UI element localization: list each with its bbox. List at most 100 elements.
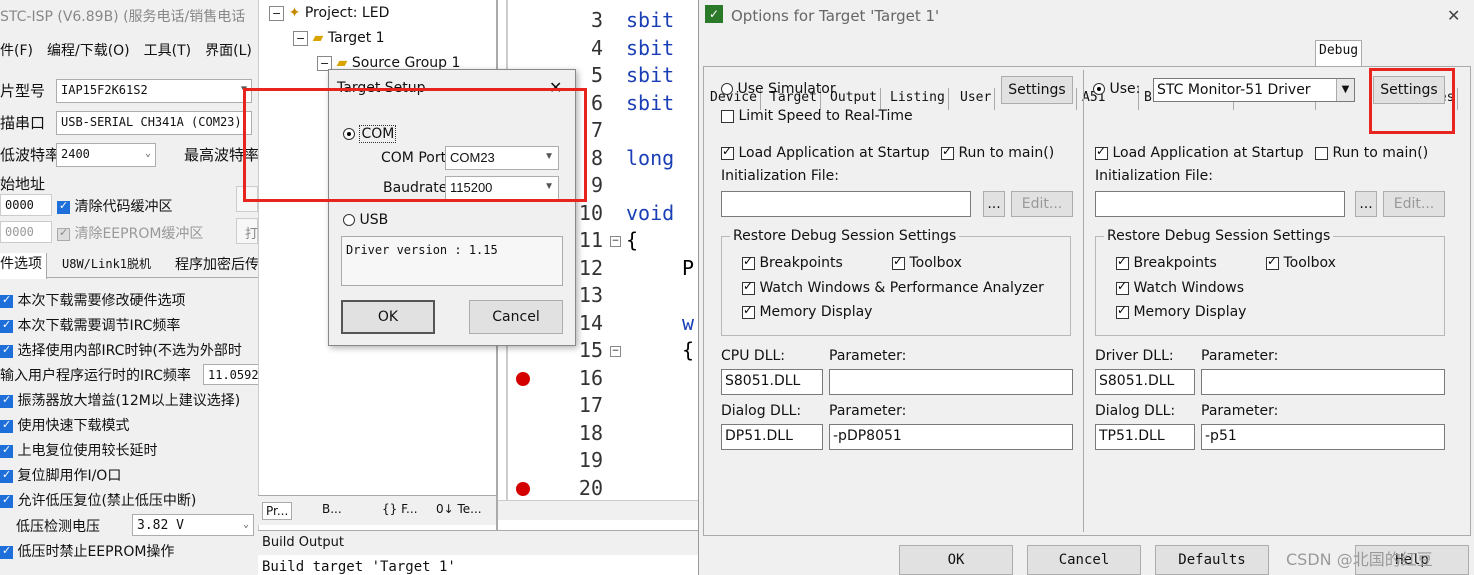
- options-dialog: ✓ Options for Target 'Target 1' ✕ Device…: [698, 0, 1474, 575]
- use-simulator-radio[interactable]: Use Simulator: [721, 81, 836, 97]
- use-driver-radio[interactable]: Use:: [1093, 81, 1140, 97]
- dialog-param-input[interactable]: -pDP8051: [829, 424, 1073, 450]
- options-cancel-button[interactable]: Cancel: [1027, 545, 1141, 575]
- driver-param-input[interactable]: [1201, 369, 1445, 395]
- clear-eeprom-checkbox[interactable]: 清除EEPROM缓冲区: [57, 223, 203, 243]
- dialog-dll-label: Dialog DLL:: [721, 403, 802, 419]
- fold-icon[interactable]: −: [610, 236, 621, 247]
- option-reset-as-io[interactable]: 复位脚用作I/O口: [0, 465, 121, 485]
- breakpoint-icon[interactable]: [516, 482, 530, 496]
- option-modify-hw[interactable]: 本次下载需要修改硬件选项: [0, 290, 185, 310]
- tab-project[interactable]: Pr...: [262, 502, 293, 520]
- chevron-down-icon: ⌄: [144, 148, 151, 159]
- build-output-header: Build Output: [258, 531, 698, 555]
- tab-debug[interactable]: Debug: [1315, 40, 1363, 66]
- menu-tools[interactable]: 工具(T): [144, 43, 191, 59]
- port-select[interactable]: USB-SERIAL CH341A (COM23): [56, 111, 252, 135]
- panel-divider: [1083, 70, 1084, 532]
- ok-button[interactable]: OK: [341, 300, 435, 334]
- code-line: sbit: [626, 36, 675, 60]
- menu-program[interactable]: 编程/下载(O): [47, 43, 130, 59]
- checkbox-icon: [1315, 146, 1328, 160]
- address-input-2[interactable]: 0000: [0, 221, 52, 243]
- low-voltage-select[interactable]: 3.82 V ⌄: [132, 514, 254, 536]
- memory-display-checkbox[interactable]: Memory Display: [742, 303, 872, 320]
- right-breakpoints-checkbox[interactable]: Breakpoints: [1116, 254, 1217, 271]
- option-low-voltage-reset[interactable]: 允许低压复位(禁止低压中断): [0, 490, 196, 510]
- usb-radio[interactable]: USB: [343, 212, 388, 228]
- right-watch-windows-checkbox[interactable]: Watch Windows: [1116, 279, 1244, 296]
- cancel-button[interactable]: Cancel: [469, 300, 563, 334]
- limit-speed-checkbox[interactable]: Limit Speed to Real-Time: [721, 108, 913, 124]
- tree-root[interactable]: − ✦ Project: LED: [269, 5, 389, 21]
- right-init-file-input[interactable]: [1095, 191, 1345, 217]
- chip-select[interactable]: IAP15F2K61S2 ▼: [56, 79, 252, 103]
- clear-code-checkbox[interactable]: 清除代码缓冲区: [57, 196, 172, 216]
- breakpoint-icon[interactable]: [516, 372, 530, 386]
- code-line: w: [682, 311, 695, 335]
- checkbox-icon: [721, 109, 734, 123]
- driver-select[interactable]: STC Monitor-51 Driver ▼: [1153, 78, 1355, 102]
- option-irc-freq-label: 输入用户程序运行时的IRC频率: [0, 368, 191, 384]
- options-defaults-button[interactable]: Defaults: [1155, 545, 1269, 575]
- dialog-param-label: Parameter:: [829, 403, 907, 419]
- init-file-input[interactable]: [721, 191, 971, 217]
- right-edit-button[interactable]: Edit...: [1383, 191, 1445, 217]
- code-line: sbit: [626, 8, 675, 32]
- checkbox-icon: [0, 393, 13, 408]
- breakpoints-checkbox[interactable]: Breakpoints: [742, 254, 843, 271]
- driver-version-box: Driver version : 1.15: [341, 236, 563, 286]
- tab-templates[interactable]: 0↓ Te...: [436, 502, 482, 516]
- code-line: sbit: [626, 91, 675, 115]
- cpu-dll-input[interactable]: S8051.DLL: [721, 369, 823, 395]
- code-line: P: [682, 256, 695, 280]
- menu-interface[interactable]: 界面(L): [205, 43, 252, 59]
- right-memory-display-checkbox[interactable]: Memory Display: [1116, 303, 1246, 320]
- checkbox-icon: [742, 279, 755, 295]
- uvision-app-icon: ✓: [705, 5, 723, 23]
- option-osc-gain[interactable]: 振荡器放大增益(12M以上建议选择): [0, 390, 240, 410]
- right-browse-button[interactable]: ...: [1355, 191, 1377, 217]
- min-baud-select[interactable]: 2400 ⌄: [56, 143, 156, 167]
- cpu-param-input[interactable]: [829, 369, 1073, 395]
- edit-button[interactable]: Edit...: [1011, 191, 1073, 217]
- dialog-dll-input[interactable]: DP51.DLL: [721, 424, 823, 450]
- load-app-checkbox[interactable]: Load Application at Startup: [721, 144, 930, 161]
- tab-u8w-offline[interactable]: U8W/Link1脱机: [62, 255, 151, 272]
- run-to-main-checkbox[interactable]: Run to main(): [941, 144, 1054, 161]
- browse-button[interactable]: ...: [983, 191, 1005, 217]
- tree-target[interactable]: − ▰ Target 1: [293, 30, 385, 46]
- code-line: long: [626, 146, 675, 170]
- options-ok-button[interactable]: OK: [899, 545, 1013, 575]
- right-run-to-main-checkbox[interactable]: Run to main(): [1315, 145, 1428, 161]
- close-icon[interactable]: ✕: [1447, 6, 1460, 25]
- option-no-eeprom-low-voltage[interactable]: 低压时禁止EEPROM操作: [0, 541, 174, 561]
- option-long-reset-delay[interactable]: 上电复位使用较长延时: [0, 440, 157, 460]
- irc-freq-input[interactable]: 11.0592: [203, 364, 258, 385]
- option-internal-irc[interactable]: 选择使用内部IRC时钟(不选为外部时: [0, 340, 242, 360]
- right-toolbox-checkbox[interactable]: Toolbox: [1266, 254, 1336, 271]
- tab-books[interactable]: B...: [322, 502, 342, 516]
- tab-encrypted-transfer[interactable]: 程序加密后传: [175, 254, 258, 274]
- address-input-1[interactable]: 0000: [0, 194, 52, 216]
- right-load-app-checkbox[interactable]: Load Application at Startup: [1095, 144, 1304, 161]
- checkbox-icon: [1266, 254, 1279, 270]
- radio-icon: [721, 83, 733, 95]
- watch-windows-checkbox[interactable]: Watch Windows & Performance Analyzer: [742, 279, 1044, 296]
- checkbox-icon: [0, 318, 13, 333]
- checkbox-icon: [0, 468, 13, 483]
- right-dialog-param-input[interactable]: -p51: [1201, 424, 1445, 450]
- option-fast-download[interactable]: 使用快速下载模式: [0, 415, 129, 435]
- right-dialog-dll-input[interactable]: TP51.DLL: [1095, 424, 1195, 450]
- toolbox-checkbox[interactable]: Toolbox: [892, 254, 962, 271]
- option-adjust-irc[interactable]: 本次下载需要调节IRC频率: [0, 315, 180, 335]
- side-button-2[interactable]: 打: [236, 218, 258, 244]
- driver-dll-input[interactable]: S8051.DLL: [1095, 369, 1195, 395]
- sim-settings-button[interactable]: Settings: [1001, 76, 1073, 104]
- menu-file[interactable]: 件(F): [0, 43, 33, 59]
- fold-icon[interactable]: −: [610, 346, 621, 357]
- horizontal-scrollbar[interactable]: [498, 500, 702, 520]
- tab-hardware-options[interactable]: 件选项: [0, 253, 47, 279]
- checkbox-icon: [1095, 144, 1108, 160]
- tab-functions[interactable]: {} F...: [382, 502, 418, 516]
